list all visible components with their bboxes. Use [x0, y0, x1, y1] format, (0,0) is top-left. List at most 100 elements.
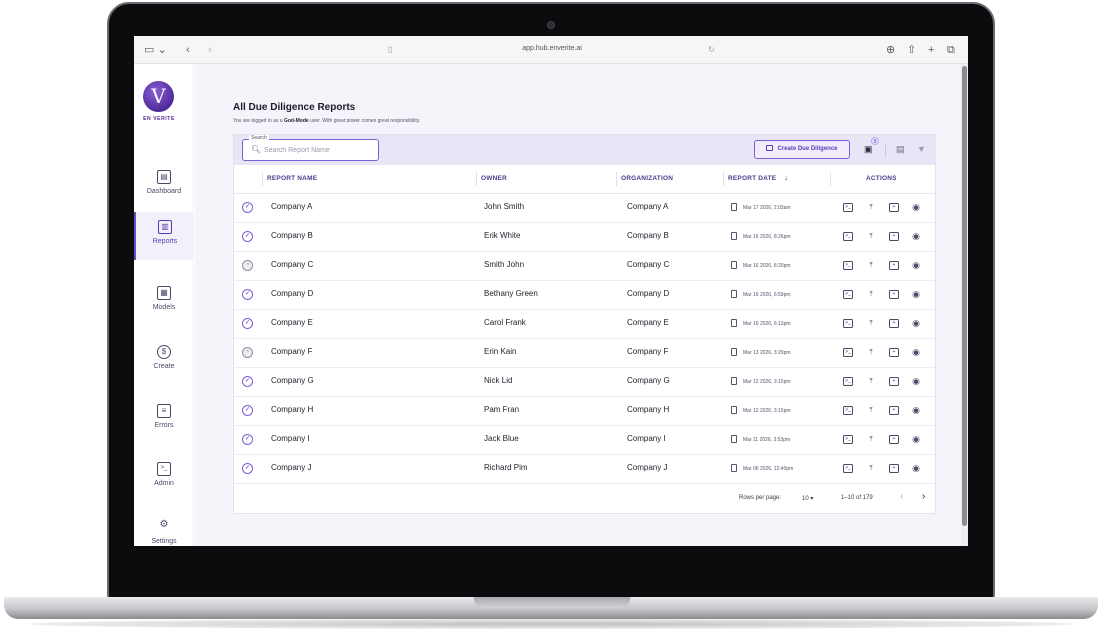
archive-icon[interactable]: +	[889, 261, 899, 270]
scrollbar-thumb[interactable]	[962, 66, 967, 526]
report-name[interactable]: Company J	[271, 463, 311, 472]
search-input[interactable]	[264, 144, 372, 156]
upload-icon[interactable]: ⤒	[866, 406, 876, 415]
forward-icon[interactable]: ›	[208, 43, 212, 57]
report-name[interactable]: Company A	[271, 202, 312, 211]
table-row[interactable]: ◔ Company F Erin Kain Company F Mar 13 2026,…	[234, 339, 935, 368]
open-report-icon[interactable]: >_	[843, 290, 853, 299]
table-row[interactable]: ✓ Company G Nick Lid Company G Mar 12 2026, …	[234, 368, 935, 397]
upload-icon[interactable]: ⤒	[866, 319, 876, 328]
share-icon[interactable]: ⇧	[907, 43, 916, 57]
eye-icon[interactable]: ◉	[911, 348, 921, 357]
sidebar-item-reports[interactable]: ▥ Reports	[134, 212, 194, 260]
report-name[interactable]: Company H	[271, 405, 313, 414]
table-row[interactable]: ✓ Company I Jack Blue Company I Mar 11 2026,…	[234, 426, 935, 455]
open-report-icon[interactable]: >_	[843, 406, 853, 415]
report-name[interactable]: Company I	[271, 434, 310, 443]
eye-icon[interactable]: ◉	[911, 377, 921, 386]
sort-down-icon[interactable]: ↓	[784, 173, 788, 182]
report-name[interactable]: Company C	[271, 260, 313, 269]
report-name[interactable]: Company E	[271, 318, 313, 327]
report-date: Mar 17 2026, 2:03am	[743, 205, 791, 211]
eye-icon[interactable]: ◉	[911, 261, 921, 270]
next-page-icon[interactable]: ›	[922, 491, 925, 502]
queue-icon[interactable]: ▣	[864, 144, 873, 154]
owner: Erik White	[484, 231, 521, 240]
table-row[interactable]: ◔ Company C Smith John Company C Mar 16 2026…	[234, 252, 935, 281]
header-organization[interactable]: ORGANIZATION	[621, 175, 673, 182]
sidebar-item-errors[interactable]: ≡ Errors	[134, 394, 194, 446]
upload-icon[interactable]: ⤒	[866, 464, 876, 473]
header-owner[interactable]: OWNER	[481, 175, 507, 182]
sidebar-item-settings[interactable]: ⚙ Settings	[134, 510, 194, 546]
eye-icon[interactable]: ◉	[911, 232, 921, 241]
report-name[interactable]: Company D	[271, 289, 313, 298]
create-due-diligence-button[interactable]: Create Due Diligence	[754, 140, 850, 159]
eye-icon[interactable]: ◉	[911, 464, 921, 473]
archive-icon[interactable]: +	[889, 406, 899, 415]
sidebar-toggle-icon[interactable]: ▭ ⌄	[144, 43, 167, 57]
report-name[interactable]: Company B	[271, 231, 313, 240]
eye-icon[interactable]: ◉	[911, 203, 921, 212]
button-label: Create Due Diligence	[777, 146, 838, 152]
tabs-overview-icon[interactable]: ⧉	[947, 43, 955, 57]
archive-icon[interactable]: +	[889, 464, 899, 473]
archive-icon[interactable]: +	[889, 232, 899, 241]
upload-icon[interactable]: ⤒	[866, 377, 876, 386]
calendar-icon	[731, 464, 737, 472]
eye-icon[interactable]: ◉	[911, 290, 921, 299]
search-field[interactable]: Search 🔍︎	[242, 135, 379, 161]
back-icon[interactable]: ‹	[186, 43, 190, 57]
upload-icon[interactable]: ⤒	[866, 435, 876, 444]
address-bar[interactable]: ▯ app.hub.enverite.ai ↻	[382, 41, 722, 59]
upload-icon[interactable]: ⤒	[866, 290, 876, 299]
open-report-icon[interactable]: >_	[843, 435, 853, 444]
open-report-icon[interactable]: >_	[843, 232, 853, 241]
eye-icon[interactable]: ◉	[911, 406, 921, 415]
new-tab-icon[interactable]: +	[928, 43, 934, 57]
upload-icon[interactable]: ⤒	[866, 261, 876, 270]
archive-icon[interactable]: +	[889, 319, 899, 328]
upload-icon[interactable]: ⤒	[866, 203, 876, 212]
eye-icon[interactable]: ◉	[911, 435, 921, 444]
sidebar-item-models[interactable]: ▦ Models	[134, 276, 194, 328]
open-report-icon[interactable]: >_	[843, 203, 853, 212]
report-date: Mar 16 2026, 6:59pm	[743, 292, 791, 298]
reload-icon[interactable]: ↻	[708, 43, 715, 57]
report-name[interactable]: Company F	[271, 347, 312, 356]
calendar-icon	[731, 290, 737, 298]
archive-icon[interactable]: +	[889, 290, 899, 299]
report-name[interactable]: Company G	[271, 376, 314, 385]
upload-icon[interactable]: ⤒	[866, 348, 876, 357]
archive-icon[interactable]: +	[889, 435, 899, 444]
sidebar-item-admin[interactable]: >_ Admin	[134, 452, 194, 504]
rows-per-page-select[interactable]: 10 ▾	[802, 495, 813, 502]
table-row[interactable]: ✓ Company E Carol Frank Company E Mar 16 202…	[234, 310, 935, 339]
table-row[interactable]: ✓ Company H Pam Fran Company H Mar 12 2026, …	[234, 397, 935, 426]
brand-logo[interactable]: V	[143, 81, 174, 112]
header-report-date[interactable]: REPORT DATE	[728, 175, 776, 182]
archive-icon[interactable]: +	[889, 348, 899, 357]
table-row[interactable]: ✓ Company B Erik White Company B Mar 16 2026…	[234, 223, 935, 252]
upload-icon[interactable]: ⤒	[866, 232, 876, 241]
archive-icon[interactable]: +	[889, 377, 899, 386]
open-report-icon[interactable]: >_	[843, 319, 853, 328]
sidebar-item-dashboard[interactable]: ▤ Dashboard	[134, 160, 194, 212]
filter-icon[interactable]: ▼	[917, 144, 926, 154]
open-report-icon[interactable]: >_	[843, 464, 853, 473]
columns-icon[interactable]: ▤	[896, 144, 905, 154]
table-row[interactable]: ✓ Company A John Smith Company A Mar 17 2026…	[234, 194, 935, 223]
calendar-icon	[731, 377, 737, 385]
owner: John Smith	[484, 202, 525, 211]
prev-page-icon[interactable]: ‹	[900, 491, 903, 502]
header-report-name[interactable]: REPORT NAME	[267, 175, 317, 182]
table-row[interactable]: ✓ Company D Bethany Green Company D Mar 16 2…	[234, 281, 935, 310]
sidebar-item-create[interactable]: $ Create	[134, 335, 194, 387]
open-report-icon[interactable]: >_	[843, 348, 853, 357]
download-icon[interactable]: ⊕	[886, 43, 895, 57]
table-row[interactable]: ✓ Company J Richard Pim Company J Mar 06 202…	[234, 455, 935, 484]
open-report-icon[interactable]: >_	[843, 261, 853, 270]
archive-icon[interactable]: +	[889, 203, 899, 212]
open-report-icon[interactable]: >_	[843, 377, 853, 386]
eye-icon[interactable]: ◉	[911, 319, 921, 328]
